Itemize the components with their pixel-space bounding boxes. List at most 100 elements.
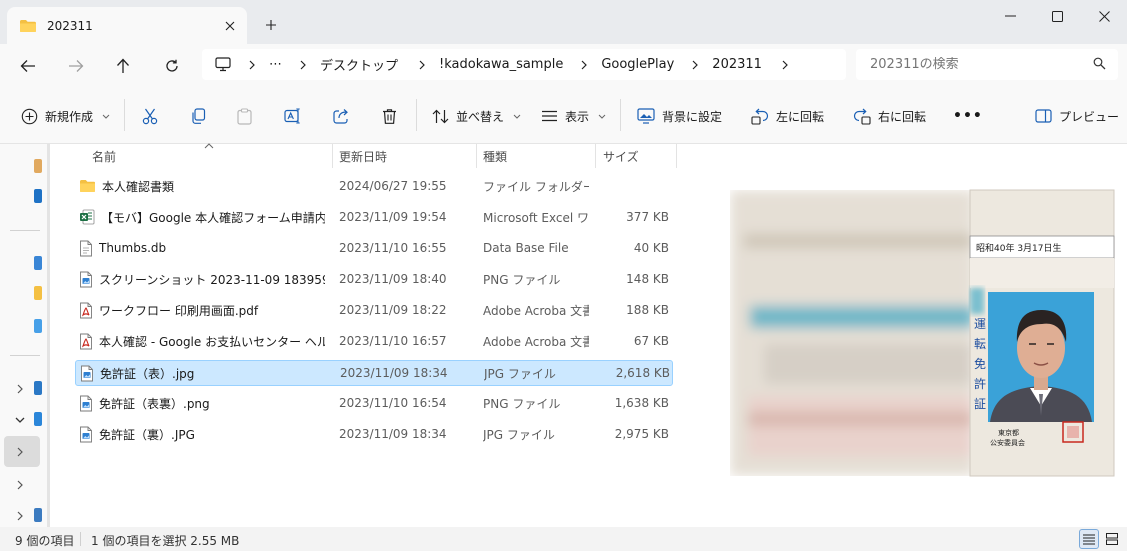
- nav-divider: [10, 355, 40, 356]
- breadcrumb-kadokawa-sample[interactable]: !kadokawa_sample: [439, 57, 563, 72]
- selection-info: 1 個の項目を選択 2.55 MB: [91, 534, 240, 548]
- table-row[interactable]: スクリーンショット 2023-11-09 183959.png 2023/11/0…: [75, 267, 673, 293]
- column-header-date[interactable]: 更新日時: [339, 144, 475, 168]
- column-divider[interactable]: [332, 144, 333, 168]
- license-side-char: 運: [974, 317, 986, 331]
- cut-button[interactable]: [142, 101, 158, 131]
- license-date-text: 昭和40年 3月17日生: [976, 242, 1062, 254]
- share-button[interactable]: [333, 101, 350, 131]
- rotate-right-button[interactable]: 右に回転: [853, 101, 926, 131]
- file-name-cell: 【モバ】Google 本人確認フォーム申請内容.xlsx: [79, 205, 325, 229]
- refresh-icon: [165, 59, 179, 73]
- minimize-icon: [1004, 15, 1016, 17]
- back-button[interactable]: [12, 50, 44, 82]
- view-label: 表示: [565, 109, 590, 124]
- preview-pane-button[interactable]: プレビュー: [1035, 101, 1119, 131]
- chevron-right-icon[interactable]: [12, 381, 28, 397]
- column-divider[interactable]: [476, 144, 477, 168]
- search-box: [856, 49, 1118, 80]
- file-type: PNG ファイル: [483, 396, 561, 411]
- network-icon[interactable]: [34, 508, 42, 522]
- chevron-right-icon[interactable]: [782, 60, 788, 70]
- gallery-icon[interactable]: [34, 189, 42, 203]
- forward-button[interactable]: [60, 50, 92, 82]
- tiles-view-button[interactable]: [1102, 529, 1122, 549]
- file-name: 免許証（裏）.JPG: [99, 427, 195, 442]
- pictures-icon[interactable]: [34, 319, 42, 333]
- nav-divider: [10, 230, 40, 231]
- breadcrumb-more[interactable]: ⋯: [269, 57, 282, 72]
- file-size: [575, 174, 669, 198]
- more-options-button[interactable]: •••: [953, 101, 983, 131]
- sort-button[interactable]: 並べ替え: [432, 101, 521, 131]
- table-row-selected[interactable]: 免許証（表）.jpg 2023/11/09 18:34 JPG ファイル 2,618 …: [75, 360, 673, 386]
- copy-button[interactable]: [190, 101, 206, 131]
- search-icon[interactable]: [1093, 57, 1106, 70]
- close-window-button[interactable]: [1081, 0, 1127, 32]
- file-date: 2023/11/09 18:34: [340, 366, 448, 380]
- file-size: 2,975 KB: [614, 427, 669, 441]
- new-tab-button[interactable]: [258, 12, 284, 38]
- this-pc-icon[interactable]: [34, 412, 42, 426]
- file-date: 2023/11/10 16:55: [339, 241, 447, 255]
- file-name: スクリーンショット 2023-11-09 183959.png: [99, 272, 325, 287]
- rotate-left-button[interactable]: 左に回転: [751, 101, 824, 131]
- file-name-cell: 免許証（裏）.JPG: [79, 422, 325, 446]
- chevron-down-icon[interactable]: [12, 412, 28, 428]
- minimize-button[interactable]: [987, 0, 1033, 32]
- details-view-button[interactable]: [1079, 529, 1099, 549]
- chevron-right-icon[interactable]: [12, 508, 28, 524]
- column-header-name[interactable]: 名前: [92, 144, 332, 168]
- column-header-size[interactable]: サイズ: [603, 144, 675, 168]
- file-size: 148 KB: [626, 272, 669, 286]
- onedrive-icon[interactable]: [34, 381, 42, 395]
- image-file-icon: [80, 365, 94, 382]
- refresh-button[interactable]: [156, 50, 188, 82]
- search-input[interactable]: [870, 57, 1080, 72]
- close-icon[interactable]: [217, 13, 243, 39]
- table-row[interactable]: 免許証（表裏）.png 2023/11/10 16:54 PNG ファイル 1,638…: [75, 391, 673, 417]
- maximize-button[interactable]: [1034, 0, 1080, 32]
- breadcrumb-202311[interactable]: 202311: [712, 57, 762, 72]
- file-list: 名前 更新日時 種類 サイズ 本人確認書類 2024/06/27 19:55 ファイ…: [50, 143, 708, 527]
- chevron-right-icon[interactable]: [12, 444, 28, 460]
- home-icon[interactable]: [34, 159, 42, 173]
- license-issuer-1: 東京都: [998, 428, 1019, 437]
- chevron-down-icon: [598, 114, 606, 119]
- navigation-pane: [0, 144, 50, 527]
- file-type: Data Base File: [483, 241, 569, 255]
- delete-button[interactable]: [382, 101, 397, 131]
- file-name-cell: Thumbs.db: [79, 236, 325, 260]
- tiles-view-icon: [1106, 533, 1118, 545]
- license-side-char: 許: [974, 377, 986, 391]
- rename-button[interactable]: [284, 101, 302, 131]
- table-row[interactable]: 本人確認書類 2024/06/27 19:55 ファイル フォルダー: [75, 174, 673, 200]
- table-row[interactable]: ワークフロー 印刷用画面.pdf 2023/11/09 18:22 Adobe Ac…: [75, 298, 673, 324]
- column-divider[interactable]: [676, 144, 677, 168]
- chevron-right-icon[interactable]: [12, 477, 28, 493]
- image-file-icon: [79, 395, 93, 412]
- address-bar[interactable]: ⋯ デスクトップ !kadokawa_sample GooglePlay 202…: [202, 49, 846, 80]
- file-name: 免許証（表）.jpg: [100, 366, 195, 381]
- preview-pane: 昭和40年 3月17日生 運 転 免 許 証 東京都 公安委員会: [708, 144, 1127, 527]
- column-divider[interactable]: [595, 144, 596, 168]
- up-button[interactable]: [107, 50, 139, 82]
- table-row[interactable]: 本人確認 - Google お支払いセンター ヘルプ.... 2023/11/10…: [75, 329, 673, 355]
- column-header-type[interactable]: 種類: [483, 144, 595, 168]
- breadcrumb-googleplay[interactable]: GooglePlay: [601, 57, 674, 72]
- paste-button[interactable]: [237, 101, 252, 131]
- table-row[interactable]: 免許証（裏）.JPG 2023/11/09 18:34 JPG ファイル 2,975 …: [75, 422, 673, 448]
- table-row[interactable]: Thumbs.db 2023/11/10 16:55 Data Base File 4…: [75, 236, 673, 262]
- table-row[interactable]: 【モバ】Google 本人確認フォーム申請内容.xlsx 2023/11/09 1…: [75, 205, 673, 231]
- folder-icon[interactable]: [34, 286, 42, 300]
- breadcrumb-desktop[interactable]: デスクトップ: [320, 55, 398, 74]
- scissors-icon: [142, 108, 158, 125]
- address-row: ⋯ デスクトップ !kadokawa_sample GooglePlay 202…: [0, 44, 1127, 87]
- tab-202311[interactable]: 202311: [7, 7, 247, 44]
- view-button[interactable]: 表示: [541, 101, 606, 131]
- trash-icon: [382, 108, 397, 125]
- file-size: 2,618 KB: [615, 366, 670, 380]
- desktop-icon[interactable]: [34, 256, 42, 270]
- set-background-button[interactable]: 背景に設定: [637, 101, 722, 131]
- new-button[interactable]: 新規作成: [21, 101, 110, 131]
